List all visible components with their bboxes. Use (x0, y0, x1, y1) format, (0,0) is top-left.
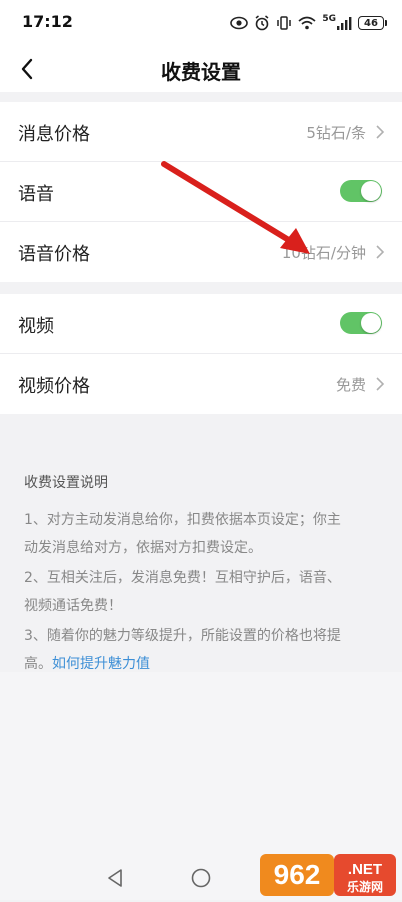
note-item: 3、随着你的魅力等级提升，所能设置的价格也将提 高。如何提升魅力值 (24, 622, 384, 678)
chevron-right-icon (376, 377, 385, 391)
page-title: 收费设置 (161, 60, 241, 84)
eye-icon (230, 16, 249, 30)
note-item: 2、互相关注后，发消息免费！互相守护后，语音、 视频通话免费！ (24, 564, 384, 620)
pricing-notes: 收费设置说明 1、对方主动发消息给你，扣费依据本页设定；你主 动发消息给对方，依… (0, 454, 402, 672)
watermark-badge: 962 .NET 乐游网 (260, 854, 396, 896)
battery-icon: 46 (358, 16, 387, 30)
voice-row: 语音 (0, 162, 402, 222)
video-price-row[interactable]: 视频价格 免费 (0, 354, 402, 414)
signal-icon (337, 17, 352, 30)
note-line: 1、对方主动发消息给你，扣费依据本页设定；你主 (24, 512, 341, 528)
voice-price-value: 10钻石/分钟 (281, 244, 366, 262)
video-price-label: 视频价格 (18, 376, 90, 397)
voice-label: 语音 (18, 184, 54, 205)
note-item: 1、对方主动发消息给你，扣费依据本页设定；你主 动发消息给对方，依据对方扣费设定… (24, 506, 384, 562)
message-price-row[interactable]: 消息价格 5钻石/条 (0, 102, 402, 162)
wifi-icon (298, 16, 316, 30)
note-line: 2、互相关注后，发消息免费！互相守护后，语音、 (24, 570, 341, 586)
watermark-suffix: .NET (348, 861, 382, 878)
status-time: 17:12 (22, 12, 73, 31)
chevron-right-icon (376, 125, 385, 139)
charm-help-link[interactable]: 如何提升魅力值 (52, 656, 150, 672)
alarm-icon (255, 15, 269, 31)
note-line: 3、随着你的魅力等级提升，所能设置的价格也将提 (24, 628, 341, 644)
status-bar: 17:12 5G 46 (0, 0, 402, 46)
battery-level: 46 (364, 17, 378, 29)
note-line: 视频通话免费！ (24, 598, 122, 614)
note-line: 动发消息给对方，依据对方扣费设定。 (24, 540, 262, 556)
watermark-subtitle: 乐游网 (347, 879, 383, 894)
voice-price-row[interactable]: 语音价格 10钻石/分钟 (0, 222, 402, 282)
notes-title: 收费设置说明 (24, 475, 108, 491)
settings-section-voice: 消息价格 5钻石/条 语音 语音价格 10钻石/分钟 (0, 102, 402, 282)
status-icons: 5G 46 (230, 12, 387, 34)
header: 收费设置 (0, 46, 402, 92)
message-price-value: 5钻石/条 (306, 124, 366, 142)
watermark-logo: 962 .NET 乐游网 (260, 852, 396, 898)
voice-toggle[interactable] (340, 180, 382, 202)
toggle-knob (361, 181, 381, 201)
note-line-prefix: 高。 (24, 656, 52, 672)
video-price-value: 免费 (335, 376, 366, 394)
video-row: 视频 (0, 294, 402, 354)
watermark-number: 962 (274, 859, 321, 890)
voice-price-label: 语音价格 (18, 244, 90, 265)
nav-back-icon[interactable] (106, 868, 124, 888)
chevron-right-icon (376, 245, 385, 259)
toggle-knob (361, 313, 381, 333)
network-type: 5G (322, 14, 336, 24)
message-price-label: 消息价格 (18, 124, 90, 145)
nav-home-icon[interactable] (191, 868, 211, 888)
settings-section-video: 视频 视频价格 免费 (0, 294, 402, 414)
vibrate-icon (277, 16, 292, 30)
video-toggle[interactable] (340, 312, 382, 334)
video-label: 视频 (18, 316, 54, 337)
